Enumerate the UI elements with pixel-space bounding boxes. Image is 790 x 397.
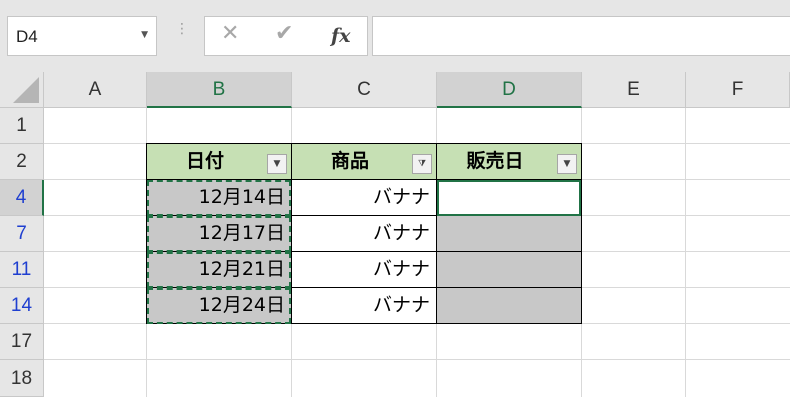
cell-b11[interactable]: 12月21日 — [146, 251, 292, 288]
column-header-c[interactable]: C — [292, 72, 437, 108]
column-header-b[interactable]: B — [147, 72, 292, 108]
formula-input[interactable] — [372, 16, 790, 56]
column-header-e[interactable]: E — [582, 72, 686, 108]
gridline — [44, 359, 790, 360]
active-cell-d4[interactable] — [437, 180, 581, 216]
filter-dropdown-icon[interactable]: ▼ — [557, 154, 577, 174]
header-label: 日付 — [185, 150, 224, 172]
row-header-11[interactable]: 11 — [0, 252, 44, 288]
column-header-a[interactable]: A — [44, 72, 147, 108]
row-header-4[interactable]: 4 — [0, 180, 44, 216]
cell-b14[interactable]: 12月24日 — [146, 287, 292, 324]
formula-buttons: ✕ ✔ fx — [204, 16, 368, 56]
table-header-date[interactable]: 日付 ▼ — [146, 143, 292, 180]
header-label: 販売日 — [466, 150, 524, 172]
cell-c7[interactable]: バナナ — [291, 215, 437, 252]
cell-c14[interactable]: バナナ — [291, 287, 437, 324]
cell-d11[interactable] — [436, 251, 582, 288]
name-box-value: D4 — [16, 27, 38, 46]
row-header-18[interactable]: 18 — [0, 360, 44, 397]
gridline — [685, 108, 686, 397]
column-header-f[interactable]: F — [686, 72, 790, 108]
cell-c4[interactable]: バナナ — [291, 179, 437, 216]
row-header-17[interactable]: 17 — [0, 324, 44, 360]
chevron-down-icon[interactable]: ▼ — [141, 30, 148, 40]
header-label: 商品 — [330, 150, 369, 172]
select-all-icon — [13, 77, 39, 103]
cell-d14[interactable] — [436, 287, 582, 324]
cell-b4[interactable]: 12月14日 — [146, 179, 292, 216]
row-header-1[interactable]: 1 — [0, 108, 44, 144]
cell-c11[interactable]: バナナ — [291, 251, 437, 288]
row-header-7[interactable]: 7 — [0, 216, 44, 252]
filter-dropdown-icon[interactable]: ▼ — [267, 154, 287, 174]
cell-b7[interactable]: 12月17日 — [146, 215, 292, 252]
column-header-d[interactable]: D — [437, 72, 582, 108]
formula-toolbar: D4 ▼ ⋮ ✕ ✔ fx — [0, 0, 790, 72]
table-header-product[interactable]: 商品 ⧩ — [291, 143, 437, 180]
select-all-button[interactable] — [0, 72, 44, 108]
drag-handle-icon[interactable]: ⋮ — [175, 22, 189, 36]
row-header-2[interactable]: 2 — [0, 144, 44, 180]
worksheet-grid[interactable]: A B C D E F 1 2 4 7 11 14 17 18 日付 ▼ 商品 … — [0, 72, 790, 397]
enter-icon[interactable]: ✔ — [275, 21, 293, 46]
cell-d7[interactable] — [436, 215, 582, 252]
name-box[interactable]: D4 ▼ — [7, 16, 157, 56]
table-header-sales-date[interactable]: 販売日 ▼ — [436, 143, 582, 180]
cancel-icon[interactable]: ✕ — [221, 21, 239, 46]
insert-function-icon[interactable]: fx — [331, 25, 351, 47]
row-header-14[interactable]: 14 — [0, 288, 44, 324]
filter-applied-icon[interactable]: ⧩ — [412, 154, 432, 174]
